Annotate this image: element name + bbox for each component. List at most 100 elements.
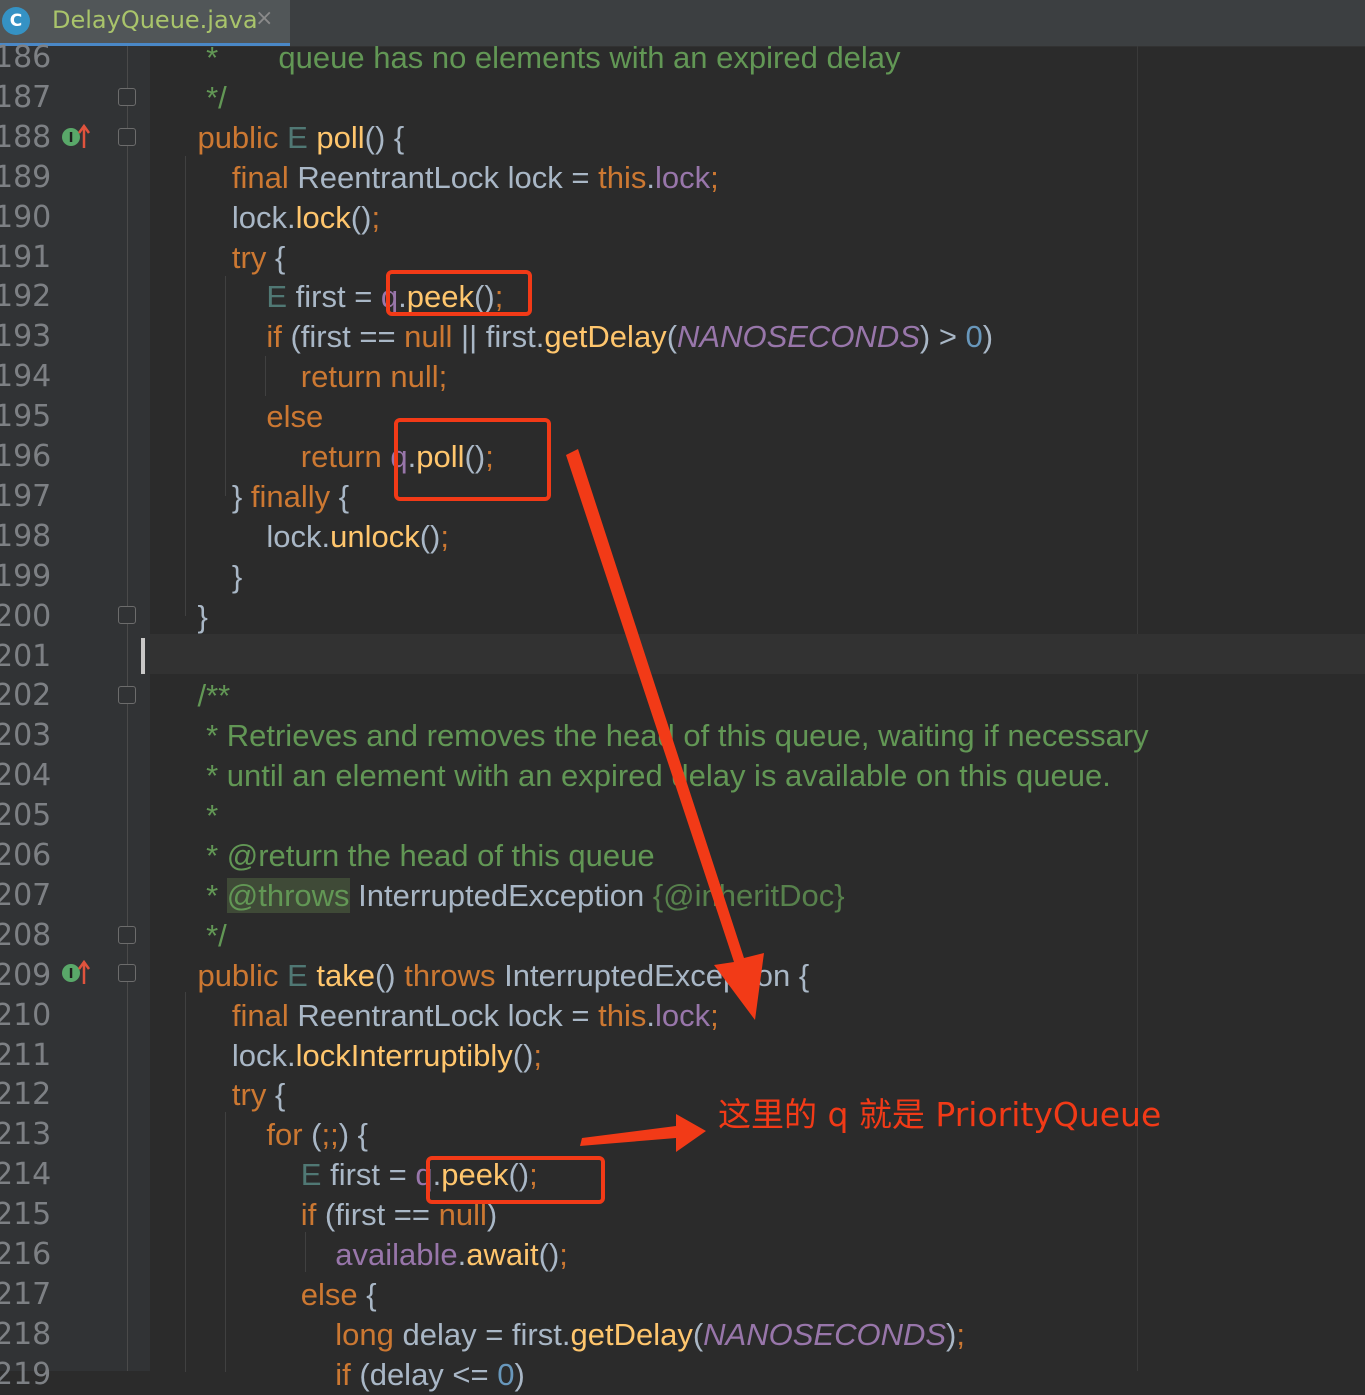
code-line[interactable]: 188 public E poll() { [0,118,1365,158]
code-line[interactable]: 187 */ [0,78,1365,118]
line-number: 217 [0,1276,52,1312]
code-text: final ReentrantLock lock = this.lock; [163,158,719,198]
code-line[interactable]: 186 * queue has no elements with an expi… [0,38,1365,78]
code-text: long delay = first.getDelay(NANOSECONDS)… [163,1315,965,1355]
code-token: lock. [163,199,296,235]
code-line[interactable]: 202 /** [0,676,1365,716]
code-line[interactable]: 198 lock.unlock(); [0,517,1365,557]
code-token: public [163,957,288,993]
line-number: 205 [0,798,52,834]
code-text: * [163,796,218,836]
code-line[interactable]: 199 } [0,557,1365,597]
code-token: return [163,439,391,474]
line-number: 219 [0,1356,52,1392]
code-token: final [163,997,298,1033]
implements-method-icon[interactable]: I [60,122,92,150]
code-line[interactable]: 192 E first = q.peek(); [0,277,1365,317]
line-number: 187 [0,79,52,115]
code-token: available [163,1237,458,1272]
code-line[interactable]: 190 lock.lock(); [0,198,1365,238]
code-token: return null; [163,359,448,395]
code-text: lock.unlock(); [163,517,449,557]
close-icon[interactable]: × [255,6,273,31]
code-line[interactable]: 204 * until an element with an expired d… [0,756,1365,796]
code-token: { [338,478,350,514]
code-token: final [163,159,298,195]
code-line[interactable]: 189 final ReentrantLock lock = this.lock… [0,158,1365,198]
code-token: delay = first. [402,1316,571,1352]
fold-marker-icon[interactable] [118,926,136,944]
code-token: * [163,798,219,834]
code-text: return null; [163,357,447,397]
code-token: ReentrantLock lock = [297,997,599,1033]
code-token: ) [946,1316,957,1352]
code-line[interactable]: 200 } [0,597,1365,637]
svg-text:I: I [69,131,74,146]
code-token: lock [654,159,711,195]
code-token: take [316,957,375,993]
fold-marker-icon[interactable] [118,88,136,106]
code-line[interactable]: 193 if (first == null || first.getDelay(… [0,317,1365,357]
line-number: 211 [0,1037,52,1073]
code-line[interactable]: 210 final ReentrantLock lock = this.lock… [0,996,1365,1036]
code-line[interactable]: 196 return q.poll(); [0,437,1365,477]
code-token: for [163,1117,312,1153]
code-text: available.await(); [163,1235,568,1275]
code-token: (first == [324,1197,439,1233]
line-number: 203 [0,718,52,754]
fold-marker-icon[interactable] [118,686,136,704]
code-line[interactable]: 216 available.await(); [0,1235,1365,1275]
code-line[interactable]: 217 else { [0,1275,1365,1315]
code-line[interactable]: 191 try { [0,238,1365,278]
code-line[interactable]: 211 lock.lockInterruptibly(); [0,1036,1365,1076]
code-token: 0 [497,1356,515,1392]
code-line[interactable]: 208 */ [0,916,1365,956]
code-token: poll [316,119,365,155]
code-token: { [274,239,286,275]
code-text: public E poll() { [163,118,404,158]
code-token: ; [533,1037,543,1073]
code-token: unlock [330,518,420,554]
line-number: 210 [0,997,52,1033]
code-line[interactable]: 194 return null; [0,357,1365,397]
code-token: else [163,399,324,435]
code-line[interactable]: 205 * [0,796,1365,836]
code-line[interactable]: 215 if (first == null) [0,1195,1365,1235]
code-line[interactable]: 197 } finally { [0,477,1365,517]
line-number: 197 [0,478,52,514]
code-token: ; [710,997,719,1033]
fold-marker-icon[interactable] [118,128,136,146]
code-line[interactable]: 214 E first = q.peek(); [0,1155,1365,1195]
code-token: * queue has no elements with an expired … [163,40,901,75]
implements-method-icon[interactable]: I [60,958,92,986]
code-text: * queue has no elements with an expired … [163,38,901,78]
code-editor[interactable]: 186 * queue has no elements with an expi… [0,40,1365,1392]
line-number: 216 [0,1237,52,1272]
code-line[interactable]: 209 public E take() throws InterruptedEx… [0,956,1365,996]
code-line[interactable]: 206 * @return the head of this queue [0,836,1365,876]
line-number: 204 [0,758,52,794]
code-text: for (;;) { [163,1115,368,1155]
code-token: () [512,1037,534,1073]
code-token: null [404,319,462,355]
code-line[interactable]: 201 [0,637,1365,677]
code-token: if [163,1197,325,1233]
code-line[interactable]: 203 * Retrieves and removes the head of … [0,716,1365,756]
line-number: 198 [0,518,52,554]
code-line[interactable]: 218 long delay = first.getDelay(NANOSECO… [0,1315,1365,1355]
code-token: () [538,1237,560,1272]
code-token: E [163,1157,331,1193]
fold-marker-icon[interactable] [118,606,136,624]
code-token: 0 [965,319,983,355]
code-token: E [163,279,296,315]
code-token: */ [163,917,227,953]
code-token: first = [295,279,381,315]
fold-marker-icon[interactable] [118,964,136,982]
code-line[interactable]: 195 else [0,397,1365,437]
code-line[interactable]: 207 * @throws InterruptedException {@inh… [0,876,1365,916]
code-token: () { [364,119,405,155]
code-token: ) { [338,1117,369,1153]
code-token: lock [295,199,351,235]
code-token: * [163,877,227,913]
code-line[interactable]: 219 if (delay <= 0) [0,1355,1365,1395]
